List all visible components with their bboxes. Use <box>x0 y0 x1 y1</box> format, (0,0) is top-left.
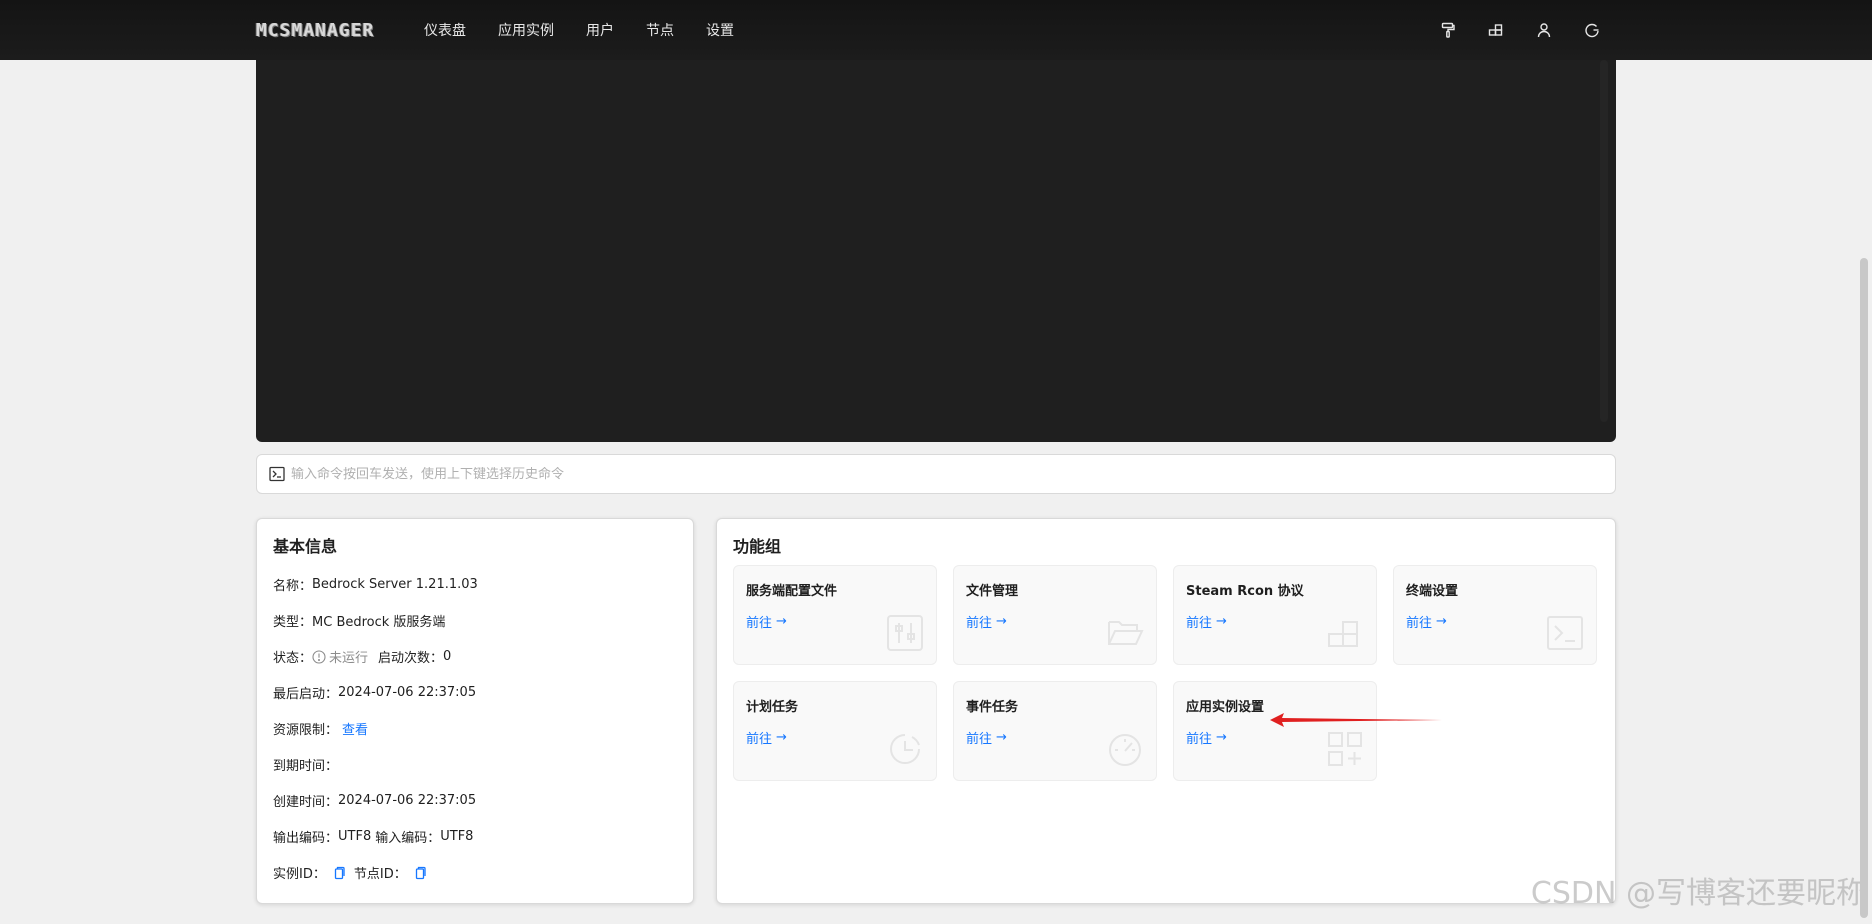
watermark: CSDN @写博客还要昵称 <box>1530 876 1866 911</box>
terminal-output[interactable] <box>256 60 1616 442</box>
func-server-config[interactable]: 服务端配置文件 前往 → <box>733 565 937 665</box>
info-last-start-row: 最后启动： 2024-07-06 22:37:05 <box>273 685 477 702</box>
input-encoding: UTF8 <box>440 829 474 844</box>
appstore-add-icon <box>1328 732 1362 766</box>
func-steam-rcon[interactable]: Steam Rcon 协议 前往 → <box>1173 565 1377 665</box>
annotation-arrow <box>1270 713 1442 727</box>
nav-dashboard[interactable]: 仪表盘 <box>424 20 466 40</box>
copy-instance-id-icon[interactable] <box>332 866 346 880</box>
main-nav: 仪表盘 应用实例 用户 节点 设置 <box>424 0 766 60</box>
nav-nodes[interactable]: 节点 <box>646 20 674 40</box>
info-encoding-row: 输出编码： UTF8 输入编码： UTF8 <box>273 829 474 846</box>
folder-open-icon <box>1108 621 1144 645</box>
info-ids-row: 实例ID： 节点ID： <box>273 863 435 882</box>
func-file-manager[interactable]: 文件管理 前往 → <box>953 565 1157 665</box>
logout-icon[interactable] <box>1580 18 1604 42</box>
clock-icon <box>890 734 920 764</box>
resource-view-link[interactable]: 查看 <box>342 719 368 738</box>
info-expire-row: 到期时间： <box>273 759 339 774</box>
top-actions <box>1436 18 1628 42</box>
top-navbar: MCSMANAGER 仪表盘 应用实例 用户 节点 设置 <box>0 0 1872 60</box>
app-logo[interactable]: MCSMANAGER <box>256 18 374 42</box>
basic-info-title: 基本信息 <box>273 537 338 556</box>
function-group-title: 功能组 <box>733 537 782 556</box>
goto-link[interactable]: 前往 → <box>1406 612 1447 631</box>
info-circle-icon <box>312 649 326 664</box>
func-event-tasks[interactable]: 事件任务 前往 → <box>953 681 1157 781</box>
sliders-icon <box>887 615 923 651</box>
nav-settings[interactable]: 设置 <box>706 20 734 40</box>
goto-link[interactable]: 前往 → <box>746 612 787 631</box>
terminal-icon <box>1547 616 1583 650</box>
blocks-icon <box>1328 621 1358 647</box>
info-created-row: 创建时间： 2024-07-06 22:37:05 <box>273 793 477 810</box>
copy-node-id-icon[interactable] <box>413 866 427 880</box>
dashboard-icon <box>1109 734 1141 766</box>
goto-link[interactable]: 前往 → <box>966 728 1007 747</box>
func-scheduled-tasks[interactable]: 计划任务 前往 → <box>733 681 937 781</box>
last-start-time: 2024-07-06 22:37:05 <box>338 685 477 700</box>
page-scrollbar[interactable] <box>1860 258 1868 918</box>
nav-users[interactable]: 用户 <box>586 20 614 40</box>
goto-link[interactable]: 前往 → <box>1186 612 1227 631</box>
info-status-row: 状态： 未运行 启动次数： 0 <box>273 647 452 666</box>
info-name-row: 名称： Bedrock Server 1.21.1.03 <box>273 577 478 594</box>
created-time: 2024-07-06 22:37:05 <box>338 793 477 808</box>
function-group-card: 功能组 服务端配置文件 前往 → 文件管理 前往 → Steam Rcon 协议 前… <box>716 518 1616 904</box>
info-type-row: 类型： MC Bedrock 版服务端 <box>273 611 445 630</box>
status-badge: 未运行 <box>312 647 368 666</box>
goto-link[interactable]: 前往 → <box>966 612 1007 631</box>
terminal-icon <box>269 466 285 482</box>
output-encoding: UTF8 <box>338 829 372 844</box>
goto-link[interactable]: 前往 → <box>746 728 787 747</box>
paint-roller-icon[interactable] <box>1436 18 1460 42</box>
nav-instances[interactable]: 应用实例 <box>498 20 554 40</box>
info-resource-row: 资源限制： 查看 <box>273 719 368 738</box>
func-instance-settings[interactable]: 应用实例设置 前往 → <box>1173 681 1377 781</box>
command-input[interactable] <box>291 466 1591 482</box>
terminal-scrollbar[interactable] <box>1600 60 1608 422</box>
command-bar <box>256 454 1616 494</box>
basic-info-card: 基本信息 名称： Bedrock Server 1.21.1.03 类型： MC… <box>256 518 694 904</box>
user-icon[interactable] <box>1532 18 1556 42</box>
instance-type: MC Bedrock 版服务端 <box>312 615 446 630</box>
blocks-icon[interactable] <box>1484 18 1508 42</box>
goto-link[interactable]: 前往 → <box>1186 728 1227 747</box>
func-terminal-settings[interactable]: 终端设置 前往 → <box>1393 565 1597 665</box>
start-count: 0 <box>443 649 452 664</box>
instance-name: Bedrock Server 1.21.1.03 <box>312 577 478 592</box>
